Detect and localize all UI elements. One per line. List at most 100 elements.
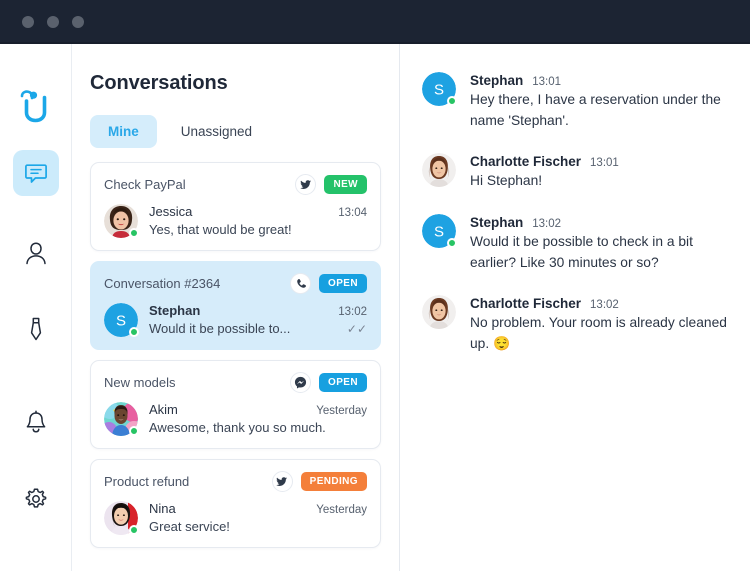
status-badge: OPEN <box>319 274 367 293</box>
tab-mine[interactable]: Mine <box>90 115 157 148</box>
read-receipt-icon: ✓✓ <box>346 321 367 336</box>
list-item[interactable]: New models OPEN Akim Yesterday Awesome, … <box>90 360 381 449</box>
online-status-dot <box>129 327 139 337</box>
conversation-preview: Akim Yesterday Awesome, thank you so muc… <box>104 402 367 436</box>
close-dot[interactable] <box>22 16 34 28</box>
conversation-subject: Product refund <box>104 474 190 489</box>
contact-name: Jessica <box>149 204 193 219</box>
app-body: Conversations Mine Unassigned Check PayP… <box>0 44 750 571</box>
phone-handset-icon <box>290 273 312 294</box>
conversation-filter-tabs: Mine Unassigned <box>90 115 381 148</box>
chat-bubble-icon <box>24 161 48 185</box>
message-time: 13:01 <box>590 157 619 170</box>
message-snippet: Would it be possible to... <box>149 321 291 336</box>
window-titlebar <box>0 0 750 44</box>
online-status-dot <box>129 228 139 238</box>
message-time: 13:02 <box>590 299 619 312</box>
rail-icon-list <box>0 150 71 552</box>
svg-text:S: S <box>116 313 126 330</box>
svg-text:S: S <box>434 82 444 99</box>
minimize-dot[interactable] <box>47 16 59 28</box>
contact-name: Akim <box>149 402 178 417</box>
online-status-dot <box>129 525 139 535</box>
conversation-header: New models OPEN <box>104 372 367 393</box>
avatar <box>104 501 139 535</box>
tab-unassigned[interactable]: Unassigned <box>163 115 270 148</box>
sidebar-item-settings[interactable] <box>13 476 59 522</box>
message-text: Hey there, I have a reservation under th… <box>470 92 721 128</box>
sidebar-item-contacts[interactable] <box>13 230 59 276</box>
conversation-text: Stephan 13:02 Would it be possible to...… <box>149 303 367 336</box>
status-badge: OPEN <box>319 373 367 392</box>
conversation-text: Jessica 13:04 Yes, that would be great! <box>149 204 367 237</box>
left-nav-rail <box>0 44 72 571</box>
necktie-operator-icon <box>23 316 49 342</box>
contact-name: Stephan <box>149 303 201 318</box>
conversation-subject: Conversation #2364 <box>104 276 221 291</box>
message-author: Stephan <box>470 215 524 231</box>
maximize-dot[interactable] <box>72 16 84 28</box>
sidebar-item-notifications[interactable] <box>13 400 59 446</box>
chat-message: Charlotte Fischer 13:01 Hi Stephan! <box>422 153 736 192</box>
contact-name: Nina <box>149 501 176 516</box>
status-badge: PENDING <box>300 472 367 491</box>
conversation-preview: Nina Yesterday Great service! <box>104 501 367 535</box>
chat-message: S Stephan 13:01 Hey there, I have a rese… <box>422 72 736 131</box>
message-time: 13:01 <box>532 76 562 88</box>
sidebar-item-conversations[interactable] <box>12 150 59 196</box>
message-author: Stephan <box>470 73 524 88</box>
message-content: Charlotte Fischer 13:02 No problem. Your… <box>470 295 736 354</box>
conversation-time: Yesterday <box>316 405 367 417</box>
online-status-dot <box>129 426 139 436</box>
conversation-subject: Check PayPal <box>104 177 186 192</box>
avatar <box>104 204 139 238</box>
online-status-dot <box>447 96 457 106</box>
message-snippet: Yes, that would be great! <box>149 222 292 237</box>
conversation-header: Product refund PENDING <box>104 471 367 492</box>
chat-thread-pane: S Stephan 13:01 Hey there, I have a rese… <box>400 44 750 571</box>
photo-charlotte <box>422 295 456 330</box>
page-title: Conversations <box>90 72 228 94</box>
twitter-bird-icon <box>271 471 293 492</box>
conversation-list: Check PayPal NEW Jessica 13:04 Yes, that… <box>90 162 381 548</box>
conversation-text: Nina Yesterday Great service! <box>149 501 367 534</box>
message-content: Stephan 13:02 Would it be possible to ch… <box>470 214 736 273</box>
conversation-time: 13:04 <box>338 207 367 219</box>
message-content: Stephan 13:01 Hey there, I have a reserv… <box>470 72 736 131</box>
photo-charlotte <box>422 153 456 188</box>
conversation-preview: Jessica 13:04 Yes, that would be great! <box>104 204 367 238</box>
message-content: Charlotte Fischer 13:01 Hi Stephan! <box>470 153 736 192</box>
userlike-logo <box>14 84 58 128</box>
app-window: Conversations Mine Unassigned Check PayP… <box>0 0 750 571</box>
bell-notifications-icon <box>23 410 49 436</box>
list-item[interactable]: Product refund PENDING Nina Yesterday Gr… <box>90 459 381 548</box>
message-text: Would it be possible to check in a bit e… <box>470 234 693 270</box>
conversation-subject: New models <box>104 375 176 390</box>
conversation-time: Yesterday <box>316 504 367 516</box>
avatar <box>104 402 139 436</box>
list-item[interactable]: Conversation #2364 OPEN S Stephan 13:02 … <box>90 261 381 350</box>
message-text: No problem. Your room is already cleaned… <box>470 315 727 352</box>
online-status-dot <box>447 238 457 249</box>
contacts-person-icon <box>23 240 49 266</box>
message-snippet: Awesome, thank you so much. <box>149 420 326 435</box>
message-snippet: Great service! <box>149 519 230 534</box>
avatar: S <box>422 72 457 106</box>
svg-text:S: S <box>434 224 444 241</box>
chat-message: S Stephan 13:02 Would it be possible to … <box>422 214 736 273</box>
avatar <box>422 295 456 330</box>
conversation-time: 13:02 <box>338 306 367 318</box>
message-author: Charlotte Fischer <box>470 296 582 312</box>
gear-settings-icon <box>23 486 49 512</box>
conversation-text: Akim Yesterday Awesome, thank you so muc… <box>149 402 367 435</box>
chat-message: Charlotte Fischer 13:02 No problem. Your… <box>422 295 736 354</box>
list-item[interactable]: Check PayPal NEW Jessica 13:04 Yes, that… <box>90 162 381 251</box>
avatar: S <box>422 214 457 249</box>
avatar: S <box>104 303 139 337</box>
facebook-messenger-icon <box>290 372 312 393</box>
sidebar-item-operators[interactable] <box>13 306 59 352</box>
twitter-bird-icon <box>295 174 317 195</box>
avatar <box>422 153 456 188</box>
conversation-header: Check PayPal NEW <box>104 174 367 195</box>
conversation-header: Conversation #2364 OPEN <box>104 273 367 294</box>
